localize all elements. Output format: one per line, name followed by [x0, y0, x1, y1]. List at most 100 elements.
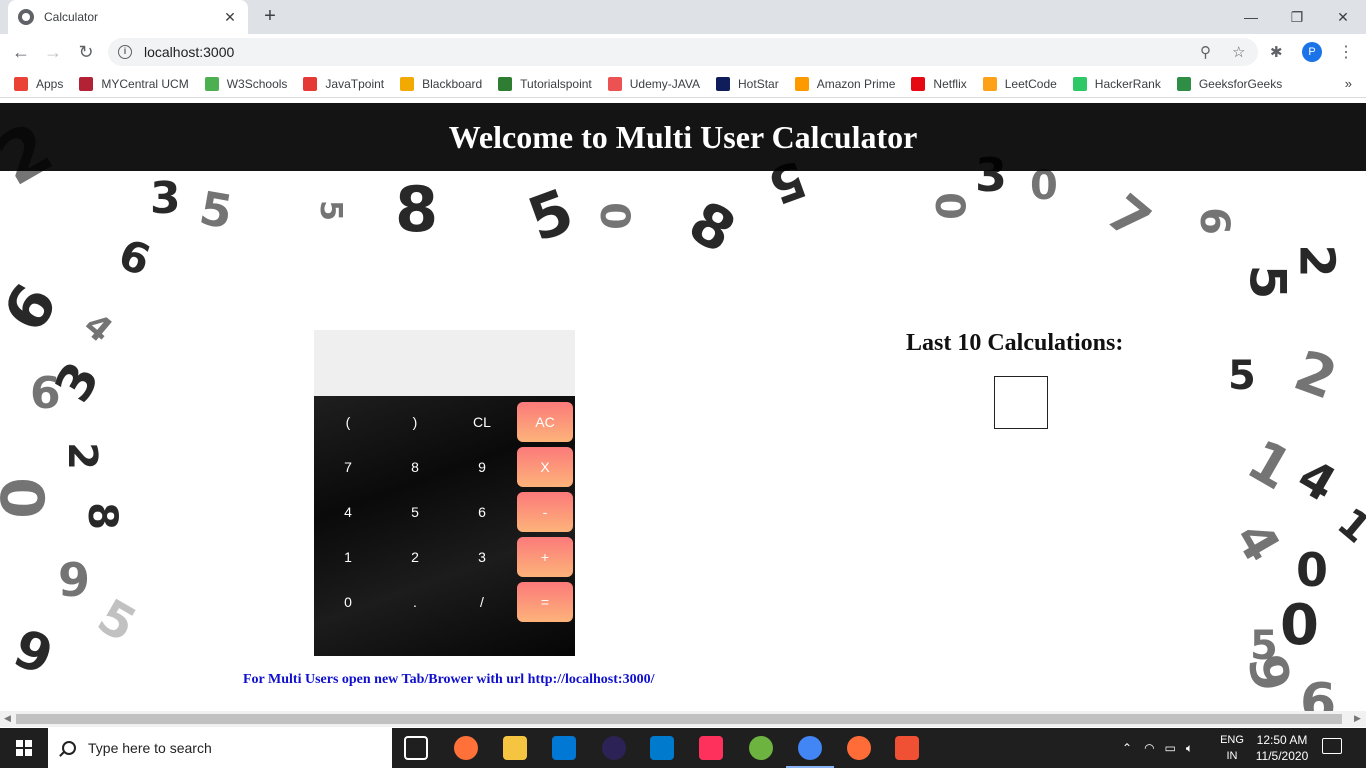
bookmark-item[interactable]: HackerRank: [1072, 76, 1161, 91]
calculator-key[interactable]: =: [517, 582, 573, 622]
calculator-key[interactable]: 9: [454, 447, 510, 487]
horizontal-scrollbar[interactable]: ◀ ▶: [0, 711, 1366, 727]
calculator-key[interactable]: .: [387, 582, 443, 622]
background-digit: 6: [1300, 673, 1337, 711]
bookmark-item[interactable]: HotStar: [716, 76, 779, 91]
eclipse-icon[interactable]: [602, 736, 626, 760]
site-info-icon[interactable]: i: [118, 45, 132, 59]
bookmark-label: LeetCode: [1004, 76, 1057, 91]
bookmark-label: W3Schools: [226, 76, 288, 91]
profile-avatar[interactable]: P: [1302, 42, 1322, 62]
spring-icon[interactable]: [749, 736, 773, 760]
forward-arrow-icon[interactable]: →: [40, 40, 66, 64]
calculator-display: [314, 330, 575, 396]
calculator-key[interactable]: ): [387, 402, 443, 442]
new-tab-button[interactable]: +: [258, 5, 282, 29]
bookmark-item[interactable]: JavaTpoint: [303, 76, 384, 91]
scroll-left-icon[interactable]: ◀: [4, 713, 11, 724]
bookmark-item[interactable]: Tutorialspoint: [498, 76, 592, 91]
extensions-puzzle-icon[interactable]: ✱: [1270, 43, 1283, 61]
calculator-key[interactable]: 2: [387, 537, 443, 577]
apps-grid-icon: [14, 76, 28, 91]
bookmark-item[interactable]: Netflix: [911, 76, 967, 91]
vscode-icon[interactable]: [650, 736, 674, 760]
calculator-key[interactable]: 5: [387, 492, 443, 532]
clock-date: 11/5/2020: [1255, 749, 1309, 763]
chrome-menu-icon[interactable]: ⋮: [1338, 42, 1354, 62]
start-button[interactable]: [0, 728, 48, 768]
git-icon[interactable]: [895, 736, 919, 760]
system-tray: ⌃ ◠ ▭ 🔈︎: [1122, 728, 1193, 768]
calculator-key[interactable]: -: [517, 492, 573, 532]
calculator-key[interactable]: CL: [454, 402, 510, 442]
background-digit: 5: [88, 588, 146, 654]
calculator-key[interactable]: 8: [387, 447, 443, 487]
background-digit: 8: [677, 187, 747, 267]
bookmark-item[interactable]: Blackboard: [400, 76, 482, 91]
minimize-button[interactable]: —: [1228, 0, 1274, 34]
globe-icon: [18, 9, 34, 25]
close-window-button[interactable]: ✕: [1320, 0, 1366, 34]
postman-icon[interactable]: [847, 736, 871, 760]
scrollbar-thumb[interactable]: [16, 714, 1342, 724]
mail-icon[interactable]: [552, 736, 576, 760]
calculator-key[interactable]: 4: [320, 492, 376, 532]
language-indicator[interactable]: ENG IN: [1218, 732, 1246, 764]
taskbar-clock[interactable]: 12:50 AM 11/5/2020: [1250, 732, 1314, 764]
calculator-key[interactable]: (: [320, 402, 376, 442]
wifi-icon[interactable]: ◠: [1144, 741, 1154, 755]
background-digit: 2: [58, 442, 105, 470]
reload-icon[interactable]: ↻: [73, 40, 99, 64]
background-digit: 5: [1228, 353, 1256, 399]
battery-icon[interactable]: ▭: [1165, 741, 1176, 755]
address-bar[interactable]: i localhost:3000 ⚲ ☆: [108, 38, 1258, 66]
notifications-icon[interactable]: [1322, 738, 1342, 754]
restore-button[interactable]: ❐: [1274, 0, 1320, 34]
bookmark-item[interactable]: GeeksforGeeks: [1176, 76, 1283, 91]
browser-tab-strip: Calculator ✕ + — ❐ ✕: [0, 0, 1366, 34]
bookmark-star-icon[interactable]: ☆: [1232, 43, 1245, 61]
calculator-key[interactable]: 0: [320, 582, 376, 622]
intellij-icon[interactable]: [699, 736, 723, 760]
bookmark-label: HotStar: [738, 76, 779, 91]
bookmarks-overflow-chevron-icon[interactable]: »: [1345, 76, 1352, 91]
browser-tab[interactable]: Calculator ✕: [8, 0, 248, 34]
bookmark-item[interactable]: MYCentral UCM: [79, 76, 189, 91]
back-arrow-icon[interactable]: ←: [8, 40, 34, 64]
bookmarks-bar: Apps MYCentral UCM W3Schools JavaTpoint Blac…: [0, 70, 1366, 98]
calculator-key[interactable]: 1: [320, 537, 376, 577]
bookmark-item[interactable]: W3Schools: [204, 76, 288, 91]
file-explorer-icon[interactable]: [503, 736, 527, 760]
background-digit: 9: [5, 618, 61, 688]
scroll-right-icon[interactable]: ▶: [1354, 713, 1361, 724]
address-url[interactable]: localhost:3000: [144, 44, 234, 60]
zoom-icon[interactable]: ⚲: [1200, 43, 1211, 61]
task-view-icon[interactable]: [404, 736, 428, 760]
calculator-key[interactable]: 3: [454, 537, 510, 577]
bookmark-item[interactable]: Amazon Prime: [794, 76, 896, 91]
calculator-key[interactable]: +: [517, 537, 573, 577]
bookmark-label: GeeksforGeeks: [1198, 76, 1283, 91]
page-viewport: 85853550643628959260300765252144009651 W…: [0, 103, 1366, 711]
taskbar-search[interactable]: Type here to search: [48, 728, 392, 768]
chevron-up-icon[interactable]: ⌃: [1122, 741, 1132, 755]
background-digit: 5: [195, 180, 237, 240]
background-digit: 0: [590, 202, 637, 230]
bookmark-item[interactable]: Udemy-JAVA: [607, 76, 700, 91]
tab-close-icon[interactable]: ✕: [222, 9, 238, 26]
bookmark-label: Amazon Prime: [816, 76, 896, 91]
bookmark-item[interactable]: LeetCode: [982, 76, 1057, 91]
calculator-key[interactable]: 6: [454, 492, 510, 532]
firefox-icon[interactable]: [454, 736, 478, 760]
calculator-key[interactable]: AC: [517, 402, 573, 442]
volume-icon[interactable]: 🔈︎: [1186, 741, 1193, 756]
background-digit: 3: [150, 173, 181, 224]
taskbar-search-placeholder[interactable]: Type here to search: [88, 740, 212, 756]
calculator-key[interactable]: /: [454, 582, 510, 622]
background-digit: 5: [1250, 623, 1278, 669]
chrome-icon[interactable]: [786, 736, 834, 768]
calculator-key[interactable]: X: [517, 447, 573, 487]
calculator-key[interactable]: 7: [320, 447, 376, 487]
background-digit: 8: [78, 502, 125, 530]
bookmark-item[interactable]: Apps: [14, 76, 63, 91]
